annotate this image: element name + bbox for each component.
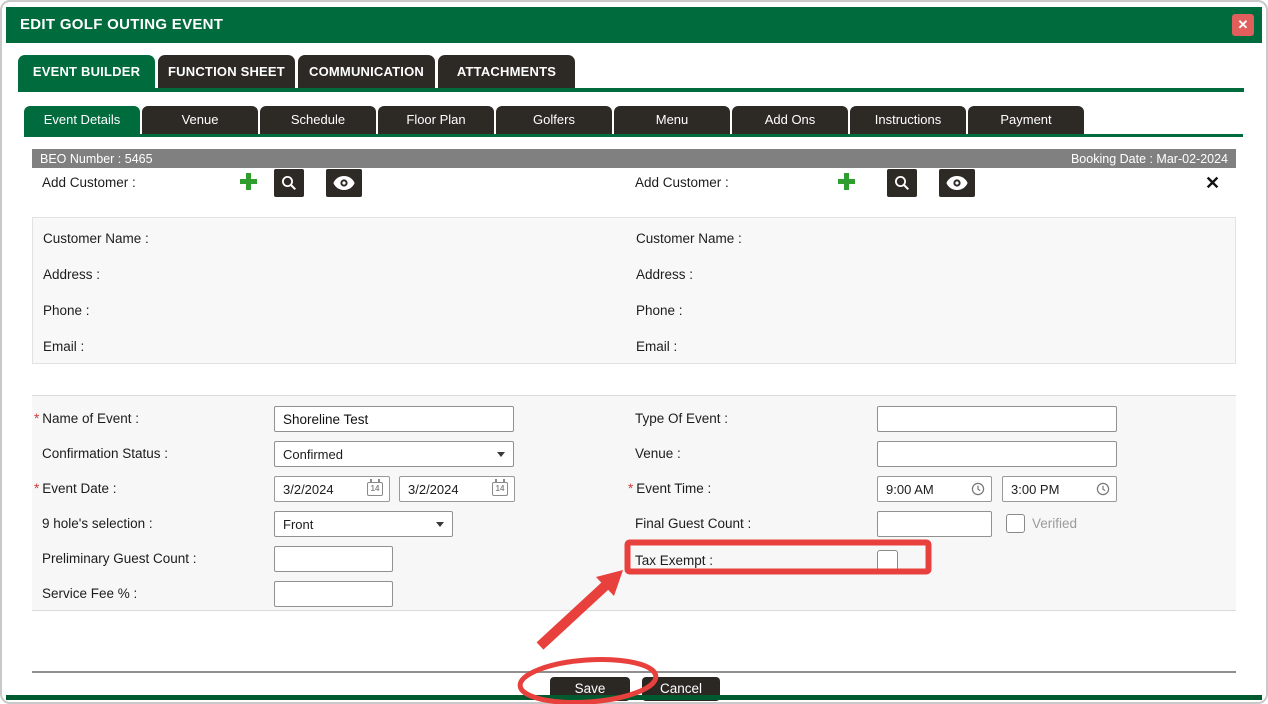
subtab-schedule[interactable]: Schedule [260, 106, 376, 134]
event-time-label: *Event Time : [628, 476, 711, 502]
view-customer-button-left[interactable] [326, 169, 362, 197]
event-time-from-picker[interactable]: 9:00 AM [877, 476, 992, 502]
event-time-to-picker[interactable]: 3:00 PM [1002, 476, 1117, 502]
address-label-right: Address : [636, 267, 693, 282]
name-of-event-input[interactable] [274, 406, 514, 432]
sub-tab-underline [24, 134, 1243, 137]
close-icon: ✕ [1205, 173, 1220, 193]
info-bar: BEO Number : 5465 Booking Date : Mar-02-… [32, 149, 1236, 168]
confirmation-status-dropdown[interactable]: Confirmed [274, 441, 514, 467]
event-date-label: *Event Date : [34, 476, 117, 502]
add-customer-button-left[interactable] [240, 173, 257, 195]
final-guest-count-input[interactable] [877, 511, 992, 537]
subtab-floor-plan[interactable]: Floor Plan [378, 106, 494, 134]
main-tab-underline [18, 88, 1244, 92]
remove-customer-pane-button[interactable]: ✕ [1205, 173, 1220, 193]
add-customer-label-right: Add Customer : [635, 175, 729, 190]
tab-communication[interactable]: COMMUNICATION [298, 55, 435, 88]
main-tab-bar: EVENT BUILDER FUNCTION SHEET COMMUNICATI… [18, 55, 575, 88]
subtab-venue[interactable]: Venue [142, 106, 258, 134]
search-icon [280, 174, 298, 192]
subtab-golfers[interactable]: Golfers [496, 106, 612, 134]
tax-exempt-checkbox[interactable] [877, 550, 898, 571]
chevron-down-icon [436, 522, 444, 527]
event-date-to-picker[interactable]: 3/2/2024 14 [399, 476, 515, 502]
customer-name-label-left: Customer Name : [43, 231, 149, 246]
booking-date: Booking Date : Mar-02-2024 [1071, 152, 1228, 166]
email-label-left: Email : [43, 339, 84, 354]
type-of-event-input[interactable] [877, 406, 1117, 432]
service-fee-label: Service Fee % : [42, 581, 137, 607]
subtab-instructions[interactable]: Instructions [850, 106, 966, 134]
phone-label-left: Phone : [43, 303, 90, 318]
event-date-from-value: 3/2/2024 [283, 482, 334, 497]
confirmation-status-label: Confirmation Status : [42, 441, 168, 467]
preliminary-guest-count-input[interactable] [274, 546, 393, 572]
eye-icon [946, 176, 968, 190]
verified-checkbox[interactable] [1006, 514, 1025, 533]
required-marker: * [628, 481, 633, 496]
event-date-to-value: 3/2/2024 [408, 482, 459, 497]
clock-icon [1096, 482, 1110, 496]
customer-name-label-right: Customer Name : [636, 231, 742, 246]
calendar-icon: 14 [492, 482, 508, 496]
view-customer-button-right[interactable] [939, 169, 975, 197]
nine-holes-select[interactable]: Front [274, 511, 453, 537]
required-marker: * [34, 481, 39, 496]
bottom-green-strip [6, 695, 1262, 700]
calendar-icon: 14 [367, 482, 383, 496]
confirmation-status-value: Confirmed [283, 447, 343, 462]
plus-icon [838, 173, 855, 190]
add-customer-button-right[interactable] [838, 173, 855, 195]
search-icon [893, 174, 911, 192]
clock-icon [971, 482, 985, 496]
phone-label-right: Phone : [636, 303, 683, 318]
nine-holes-value: Front [283, 517, 313, 532]
plus-icon [240, 173, 257, 190]
chevron-down-icon [497, 452, 505, 457]
service-fee-input[interactable] [274, 581, 393, 607]
eye-icon [333, 176, 355, 190]
subtab-add-ons[interactable]: Add Ons [732, 106, 848, 134]
edit-golf-outing-event-window: EDIT GOLF OUTING EVENT ✕ EVENT BUILDER F… [0, 0, 1268, 704]
preliminary-guest-count-label: Preliminary Guest Count : [42, 546, 197, 572]
email-label-right: Email : [636, 339, 677, 354]
page-title: EDIT GOLF OUTING EVENT [20, 7, 223, 43]
modal-frame: EDIT GOLF OUTING EVENT ✕ EVENT BUILDER F… [0, 0, 1268, 704]
search-customer-button-left[interactable] [274, 169, 304, 197]
tab-event-builder[interactable]: EVENT BUILDER [18, 55, 155, 88]
event-time-to-value: 3:00 PM [1011, 482, 1059, 497]
add-customer-label-left: Add Customer : [42, 175, 136, 190]
subtab-event-details[interactable]: Event Details [24, 106, 140, 134]
address-label-left: Address : [43, 267, 100, 282]
required-marker: * [34, 411, 39, 426]
footer-divider [32, 671, 1236, 673]
search-customer-button-right[interactable] [887, 169, 917, 197]
tax-exempt-label: Tax Exempt : [635, 548, 713, 574]
subtab-payment[interactable]: Payment [968, 106, 1084, 134]
event-date-from-picker[interactable]: 3/2/2024 14 [274, 476, 390, 502]
close-icon: ✕ [1238, 17, 1249, 32]
sub-tab-bar: Event Details Venue Schedule Floor Plan … [24, 106, 1084, 134]
beo-number: BEO Number : 5465 [40, 152, 153, 166]
tab-attachments[interactable]: ATTACHMENTS [438, 55, 575, 88]
venue-label: Venue : [635, 441, 681, 467]
event-form-panel: *Name of Event : Confirmation Status : C… [32, 395, 1236, 611]
nine-holes-label: 9 hole's selection : [42, 511, 153, 537]
name-of-event-label: *Name of Event : [34, 406, 139, 432]
verified-label: Verified [1032, 511, 1077, 537]
event-time-from-value: 9:00 AM [886, 482, 934, 497]
final-guest-count-label: Final Guest Count : [635, 511, 751, 537]
subtab-menu[interactable]: Menu [614, 106, 730, 134]
title-bar: EDIT GOLF OUTING EVENT ✕ [6, 7, 1262, 43]
type-of-event-label: Type Of Event : [635, 406, 728, 432]
venue-input[interactable] [877, 441, 1117, 467]
customer-info-panel: Customer Name : Address : Phone : Email … [32, 217, 1236, 364]
close-window-button[interactable]: ✕ [1232, 14, 1254, 36]
tab-function-sheet[interactable]: FUNCTION SHEET [158, 55, 295, 88]
